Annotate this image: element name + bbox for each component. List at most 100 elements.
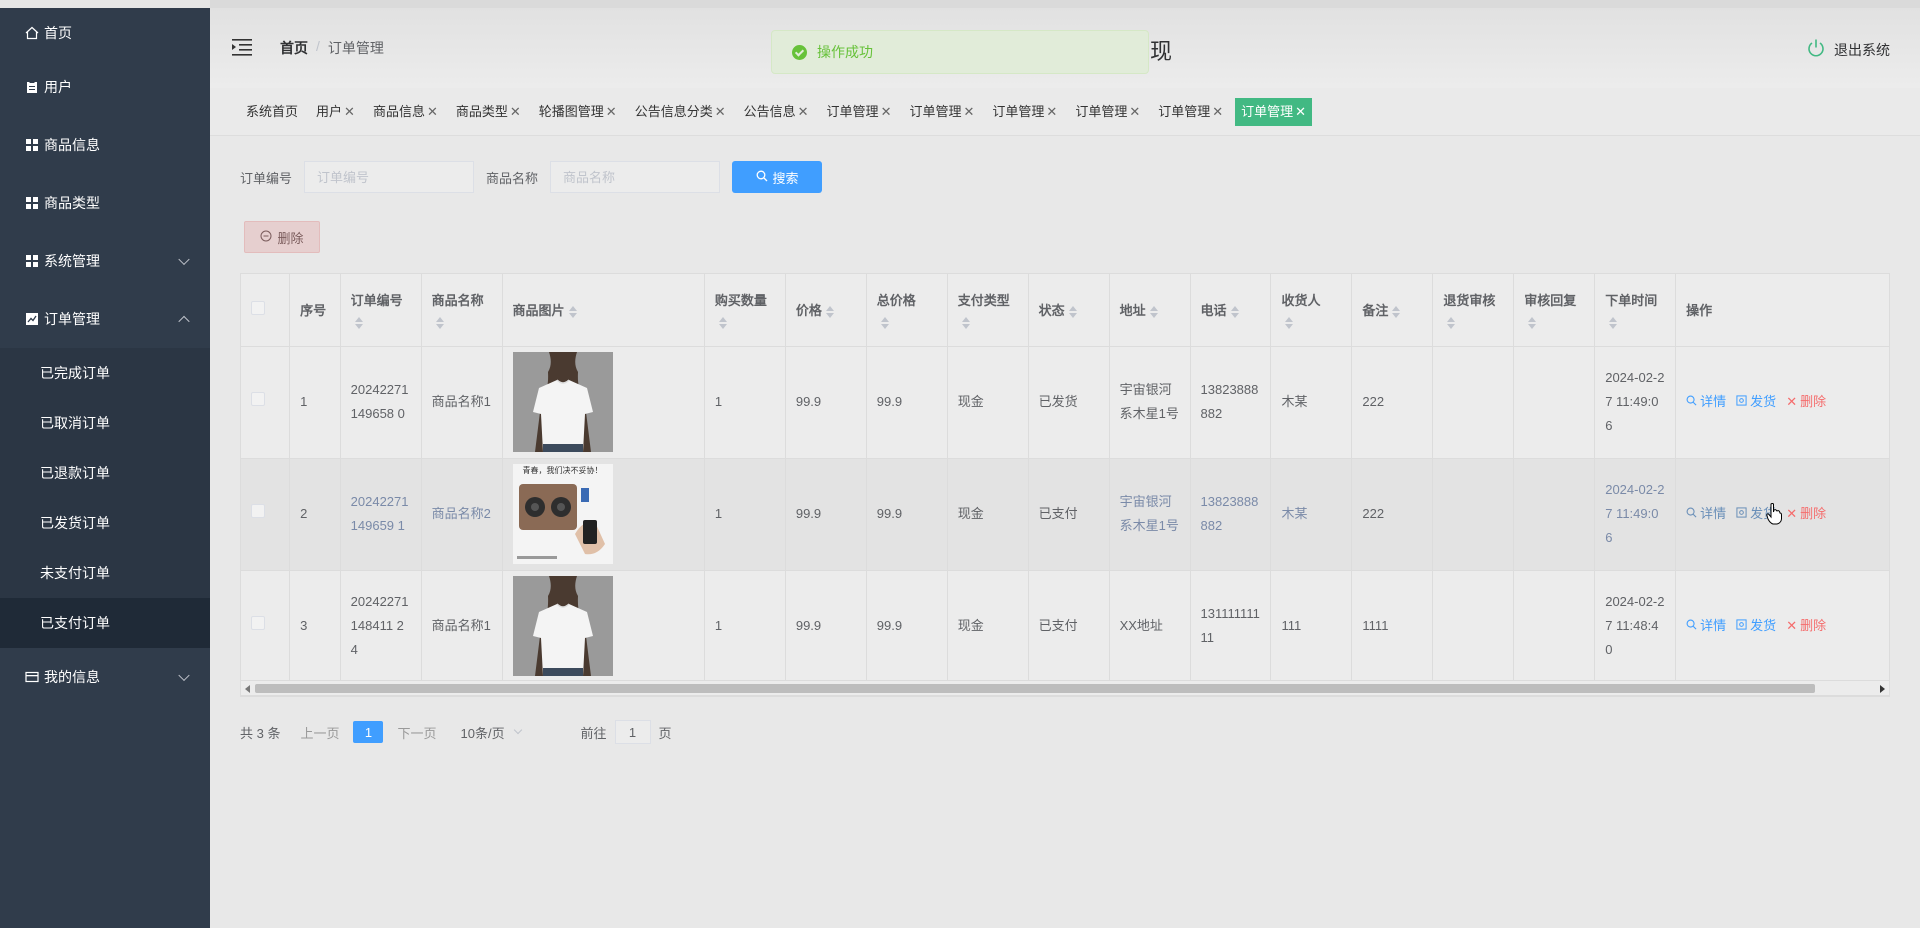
ship-button[interactable]: 发货 [1736,614,1776,638]
sort-icon[interactable] [961,317,970,330]
close-icon[interactable]: ✕ [344,104,355,119]
th-total[interactable]: 总价格 [866,274,948,347]
horizontal-scrollbar[interactable] [240,680,1890,696]
row-delete-button[interactable]: ✕ 删除 [1786,502,1826,526]
th-order-no[interactable]: 订单编号 [340,274,422,347]
tab-orders[interactable]: 订单管理 ✕ [821,98,898,126]
page-size-select[interactable]: 10条/页 [451,719,541,745]
ship-button[interactable]: 发货 [1736,390,1776,414]
sort-icon[interactable] [1528,317,1537,330]
th-audit-reply[interactable]: 审核回复 [1513,274,1596,347]
row-checkbox[interactable] [251,504,265,518]
menu-toggle-icon[interactable] [232,38,252,56]
tab-product-type[interactable]: 商品类型 ✕ [450,98,527,126]
sort-icon[interactable] [568,305,577,318]
sort-icon[interactable] [435,317,444,330]
prev-page-button[interactable]: 上一页 [300,723,339,742]
close-icon[interactable]: ✕ [715,104,726,119]
product-name-input[interactable] [550,161,721,193]
close-icon[interactable]: ✕ [1129,104,1140,119]
tab-orders-active[interactable]: 订单管理 ✕ [1235,97,1313,126]
th-order-time[interactable]: 下单时间 [1594,274,1677,347]
row-checkbox[interactable] [251,392,265,406]
close-icon[interactable]: ✕ [1212,104,1223,119]
sort-icon[interactable] [825,305,834,318]
close-icon[interactable]: ✕ [881,104,892,119]
cell-actions: 详情 发货 ✕ 删除 [1675,570,1889,683]
sort-icon[interactable] [1447,317,1456,330]
tab-orders[interactable]: 订单管理 ✕ [1152,98,1229,126]
scroll-left-icon[interactable] [245,685,250,693]
tab-user[interactable]: 用户 ✕ [310,98,361,126]
th-return-audit[interactable]: 退货审核 [1432,274,1515,347]
tab-system-home[interactable]: 系统首页 [240,98,304,126]
sub-item-paid[interactable]: 已支付订单 [0,598,210,648]
sub-item-refunded[interactable]: 已退款订单 [0,448,210,498]
sidebar-item-orders[interactable]: 订单管理 [0,290,210,348]
next-page-button[interactable]: 下一页 [397,723,436,742]
sort-icon[interactable] [1285,317,1294,330]
logout-button[interactable]: 退出系统 [1806,38,1890,61]
sidebar-item-product-info[interactable]: 商品信息 [0,116,210,174]
detail-button[interactable]: 详情 [1686,502,1726,526]
sort-icon[interactable] [1230,305,1239,318]
select-all-checkbox[interactable] [251,301,265,316]
sidebar-item-user[interactable]: 用户 [0,58,210,116]
sub-item-shipped[interactable]: 已发货订单 [0,498,210,548]
sidebar-item-system[interactable]: 系统管理 [0,232,210,290]
close-icon[interactable]: ✕ [427,104,438,119]
close-icon[interactable]: ✕ [606,104,617,119]
tab-label: 系统首页 [246,103,299,119]
sort-icon[interactable] [354,317,363,330]
close-icon[interactable]: ✕ [510,104,521,119]
tab-orders[interactable]: 订单管理 ✕ [903,98,980,126]
sort-icon[interactable] [718,317,727,330]
close-icon[interactable]: ✕ [798,104,809,119]
tab-notice-category[interactable]: 公告信息分类 ✕ [629,98,732,126]
scrollbar-thumb[interactable] [255,684,1815,693]
th-price[interactable]: 价格 [785,274,867,347]
sidebar-item-home[interactable]: 首页 [0,8,210,58]
tab-carousel[interactable]: 轮播图管理 ✕ [533,98,623,126]
th-address[interactable]: 地址 [1109,274,1191,347]
th-quantity[interactable]: 购买数量 [704,274,786,347]
detail-button[interactable]: 详情 [1686,390,1726,414]
tab-orders[interactable]: 订单管理 ✕ [1069,98,1146,126]
row-checkbox[interactable] [251,616,265,630]
page-number-button[interactable]: 1 [353,721,384,743]
th-remark[interactable]: 备注 [1351,274,1434,347]
sub-item-cancelled[interactable]: 已取消订单 [0,398,210,448]
breadcrumb-home[interactable]: 首页 [280,38,308,58]
close-icon[interactable]: ✕ [1295,104,1306,119]
th-phone[interactable]: 电话 [1190,274,1272,347]
close-icon[interactable]: ✕ [963,104,974,119]
close-icon[interactable]: ✕ [1046,104,1057,119]
sidebar-top-shade [0,0,210,8]
goto-page-input[interactable] [614,720,651,744]
sub-item-completed[interactable]: 已完成订单 [0,348,210,398]
th-receiver[interactable]: 收货人 [1270,274,1353,347]
order-no-input[interactable] [304,161,475,193]
th-product-name[interactable]: 商品名称 [421,274,503,347]
detail-button[interactable]: 详情 [1686,614,1726,638]
row-delete-button[interactable]: ✕ 删除 [1786,390,1826,414]
batch-delete-button[interactable]: 删除 [244,221,320,253]
cell-product-name: 商品名称1 [421,570,503,683]
th-pay-type[interactable]: 支付类型 [947,274,1029,347]
sort-icon[interactable] [880,317,889,330]
scroll-right-icon[interactable] [1880,685,1885,693]
sort-icon[interactable] [1609,317,1618,330]
tab-orders[interactable]: 订单管理 ✕ [986,98,1063,126]
tab-product-info[interactable]: 商品信息 ✕ [367,98,444,126]
th-status[interactable]: 状态 [1028,274,1110,347]
sort-icon[interactable] [1068,305,1077,318]
sidebar-item-product-type[interactable]: 商品类型 [0,174,210,232]
sort-icon[interactable] [1392,305,1401,318]
sort-icon[interactable] [1149,305,1158,318]
tab-notice-info[interactable]: 公告信息 ✕ [738,98,815,126]
search-button[interactable]: 搜索 [732,161,823,193]
sub-item-unpaid[interactable]: 未支付订单 [0,548,210,598]
row-delete-button[interactable]: ✕ 删除 [1786,614,1826,638]
th-product-image[interactable]: 商品图片 [502,274,705,347]
sidebar-item-my-info[interactable]: 我的信息 [0,648,210,706]
